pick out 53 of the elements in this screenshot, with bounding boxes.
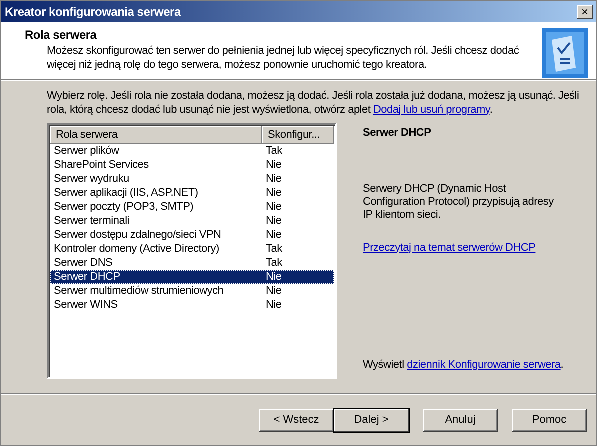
role-row[interactable]: Serwer DNS Tak <box>50 256 334 270</box>
log-text: Wyświetl dziennik Konfigurowanie serwera. <box>363 358 565 371</box>
role-name: Serwer multimediów strumieniowych <box>53 284 225 298</box>
role-name: Serwer terminali <box>53 214 130 228</box>
window-title: Kreator konfigurowania serwera <box>5 4 181 18</box>
role-row[interactable]: Serwer multimediów strumieniowych Nie <box>50 284 334 298</box>
role-row[interactable]: Serwer DHCP Nie <box>50 270 334 284</box>
role-row[interactable]: Serwer WINS Nie <box>50 298 334 312</box>
role-name: Serwer aplikacji (IIS, ASP.NET) <box>53 186 200 200</box>
role-row[interactable]: SharePoint Services Nie <box>50 158 334 172</box>
wizard-button[interactable]: Dalej > <box>334 408 409 432</box>
role-row[interactable]: Serwer terminali Nie <box>50 214 334 228</box>
role-row[interactable]: Kontroler domeny (Active Directory) Tak <box>50 242 334 256</box>
column-header[interactable]: Skonfigur... <box>262 126 334 144</box>
configured-status: Tak <box>265 242 284 256</box>
role-name: Serwer plików <box>53 144 120 158</box>
role-name: Serwer dostępu zdalnego/sieci VPN <box>53 228 222 242</box>
configured-status: Nie <box>265 284 283 298</box>
role-name: Kontroler domeny (Active Directory) <box>53 242 220 256</box>
configured-status: Tak <box>265 256 284 270</box>
role-name: Serwer DHCP <box>53 270 122 284</box>
configured-status: Nie <box>265 186 283 200</box>
configured-status: Nie <box>265 214 283 228</box>
role-row[interactable]: Serwer plików Tak <box>50 144 334 158</box>
details-description: Serwery DHCP (Dynamic Host Configuration Protocol) przypisują adresy IP klientom sieci. <box>363 182 555 222</box>
add-remove-programs-link[interactable]: Dodaj lub usuń programy <box>373 104 490 116</box>
close-button[interactable]: × <box>577 4 593 18</box>
wizard-button[interactable]: Anuluj <box>423 408 498 432</box>
wizard-button[interactable]: Pomoc <box>512 408 587 432</box>
configured-status: Nie <box>265 200 283 214</box>
role-row[interactable]: Serwer dostępu zdalnego/sieci VPN Nie <box>50 228 334 242</box>
configured-status: Nie <box>265 270 283 284</box>
role-name: Serwer wydruku <box>53 172 130 186</box>
configured-status: Nie <box>265 158 283 172</box>
configured-status: Tak <box>265 144 284 158</box>
configured-status: Nie <box>265 228 283 242</box>
read-more-link[interactable]: Przeczytaj na temat serwerów DHCP <box>363 242 536 254</box>
role-row[interactable]: Serwer poczty (POP3, SMTP) Nie <box>50 200 334 214</box>
role-name: Serwer poczty (POP3, SMTP) <box>53 200 195 214</box>
log-link[interactable]: dziennik Konfigurowanie serwera <box>407 358 561 371</box>
configured-status: Nie <box>265 298 283 312</box>
role-row[interactable]: Serwer aplikacji (IIS, ASP.NET) Nie <box>50 186 334 200</box>
role-name: SharePoint Services <box>53 158 150 172</box>
role-name: Serwer DNS <box>53 256 114 270</box>
page-title: Rola serwera <box>25 28 98 42</box>
role-name: Serwer WINS <box>53 298 119 312</box>
configured-status: Nie <box>265 172 283 186</box>
instructions-text: Wybierz rolę. Jeśli rola nie została dodana, możesz ją dodać. Jeśli rola została już dodana, możesz ją usunąć. Jeśli rola, którą chcesz dodać lub usunąć nie jest wyświetlona, otwórz aplet Dodaj lub usuń programy. <box>47 88 580 117</box>
column-header[interactable]: Rola serwera <box>50 126 262 144</box>
wizard-button[interactable]: < Wstecz <box>259 408 334 432</box>
role-row[interactable]: Serwer wydruku Nie <box>50 172 334 186</box>
page-description: Możesz skonfigurować ten serwer do pełnienia jednej lub więcej specyficznych ról. Jeśli chcesz dodać więcej niż jedną rolę do tego serwera, możesz ponownie uruchomić tego kreatora. <box>46 44 520 72</box>
details-title: Serwer DHCP <box>363 126 432 139</box>
